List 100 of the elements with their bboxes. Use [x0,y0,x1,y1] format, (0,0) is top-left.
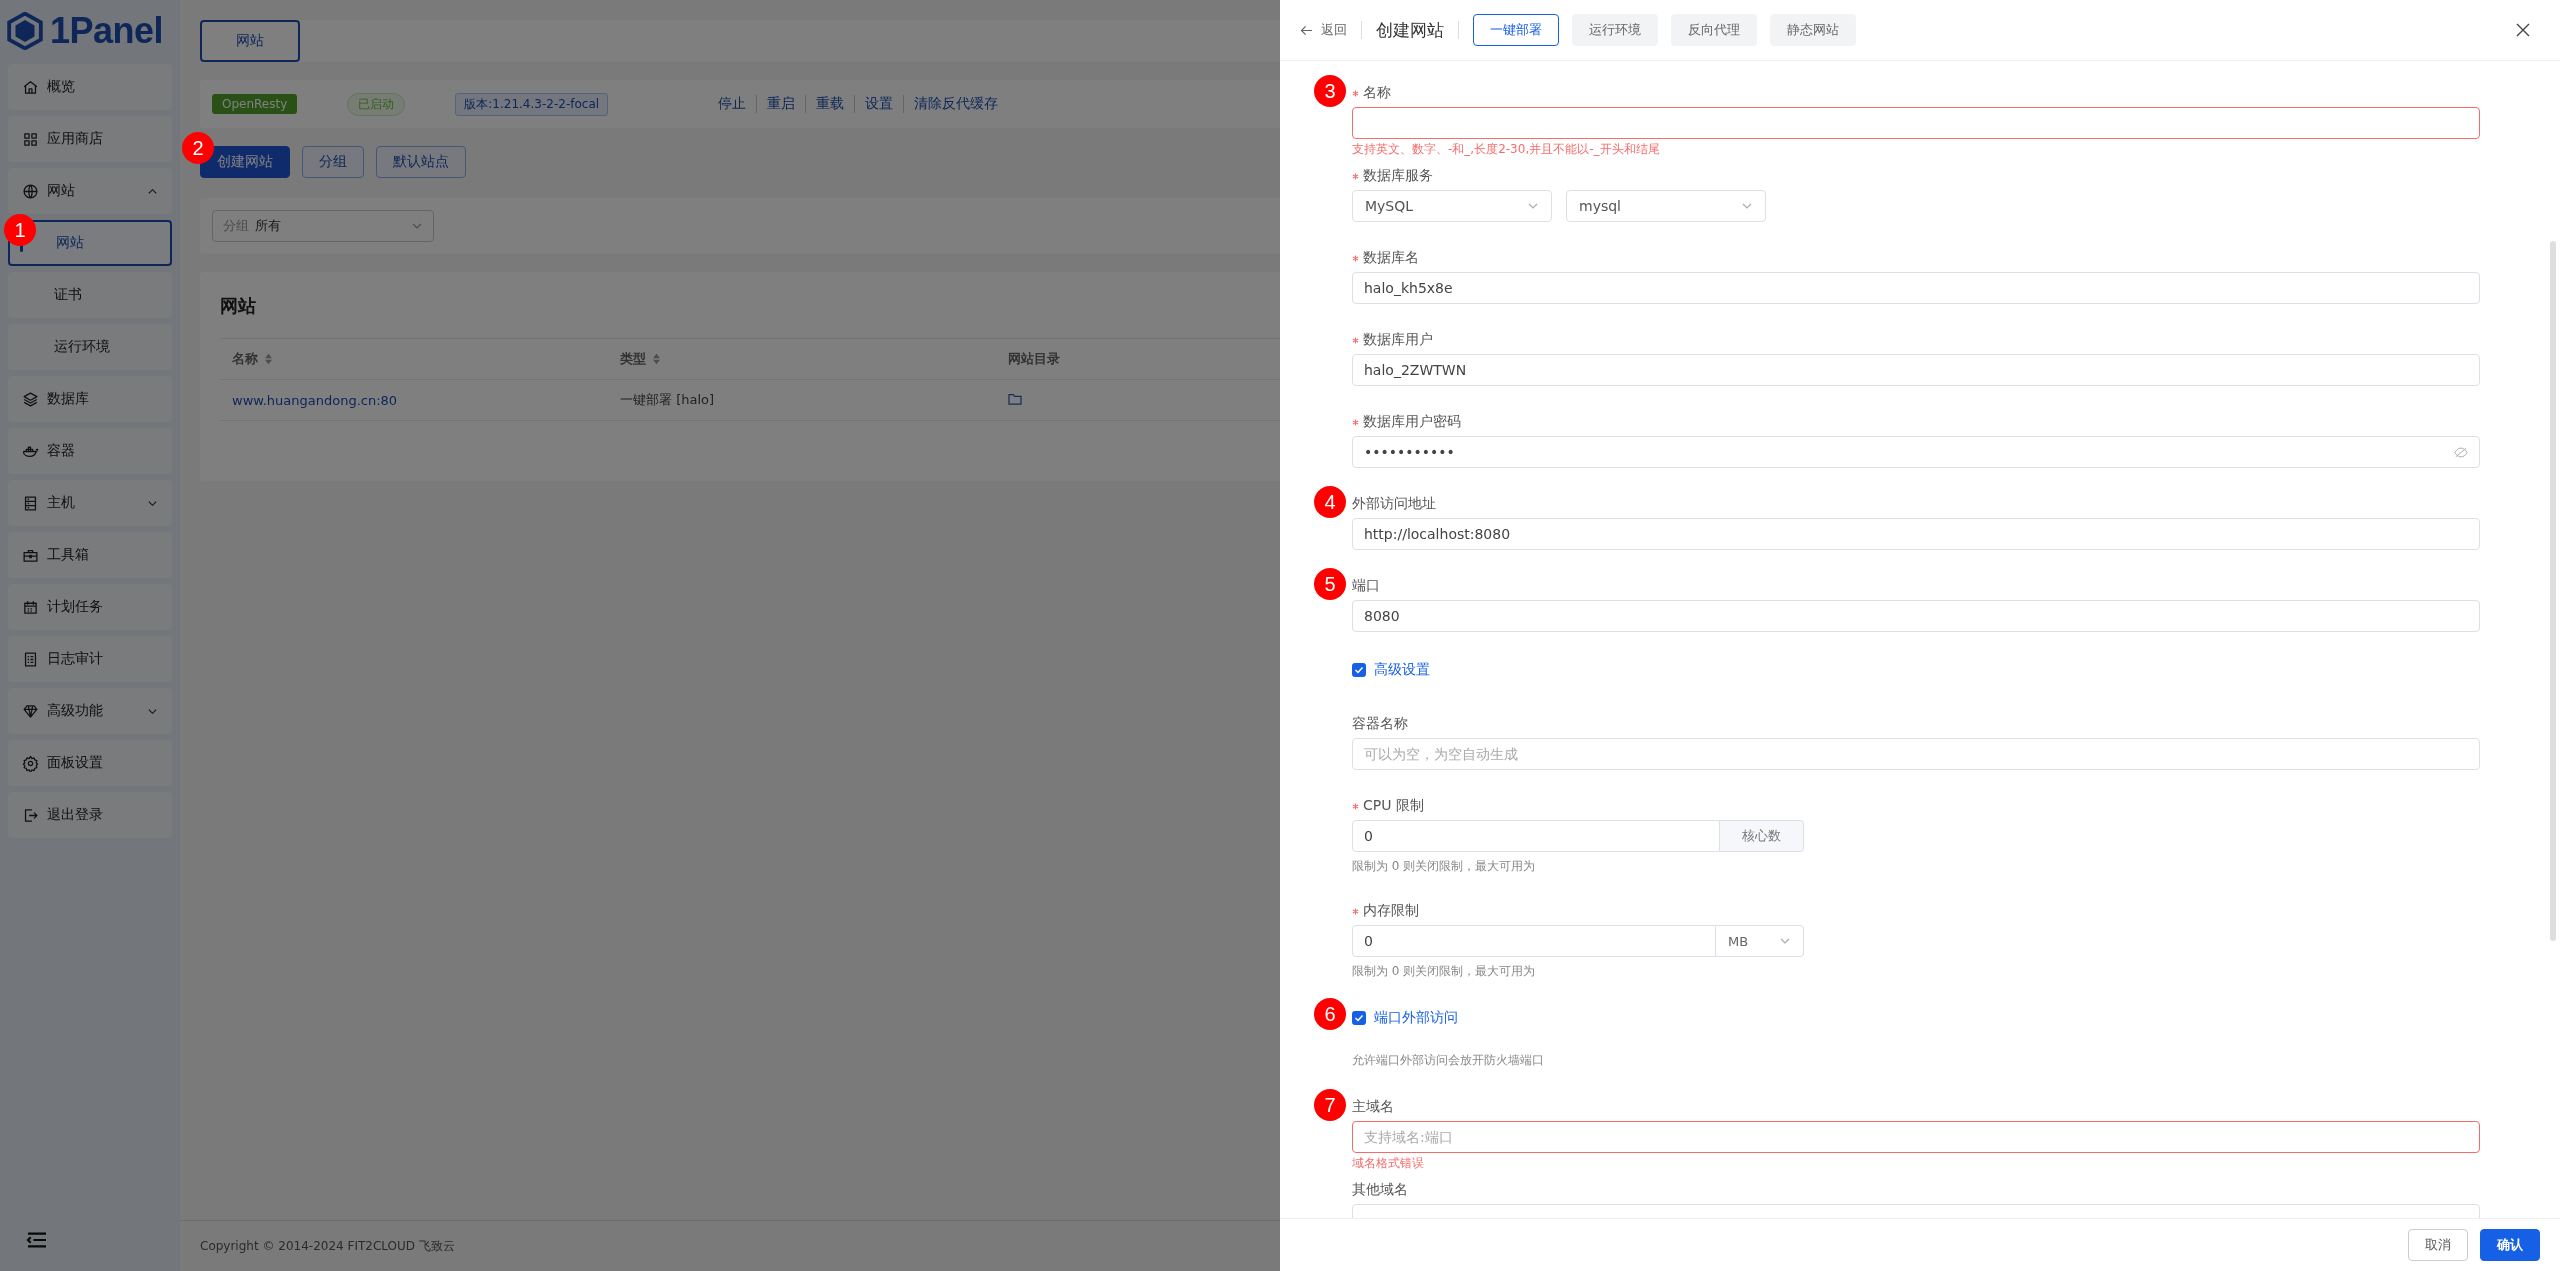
action-link[interactable]: 重启 [756,95,806,113]
sidebar-item[interactable]: 面板设置 [8,740,172,786]
diamond-icon [22,702,39,720]
sidebar-subitem[interactable]: 证书 [8,272,172,318]
sidebar-subitem[interactable]: 运行环境 [8,324,172,370]
hint-text: 允许端口外部访问会放开防火墙端口 [1352,1052,1545,1069]
sidebar-item[interactable]: 日志审计 [8,636,172,682]
logo-text: 1Panel [50,10,164,52]
input-field[interactable]: http://localhost:8080 [1352,518,2480,550]
field-label: CPU 限制 [1363,797,1424,815]
sidebar-item[interactable]: 应用商店 [8,116,172,162]
toolbar-button[interactable]: 分组 [302,146,364,178]
step-marker: 7 [1314,1089,1346,1121]
tab[interactable]: 运行环境 [1572,14,1658,46]
toolbar-button[interactable]: 默认站点 [376,146,466,178]
home-icon [22,78,39,96]
tab[interactable]: 静态网站 [1770,14,1856,46]
field-label: 名称 [1363,84,1391,102]
tab[interactable]: 网站 [200,20,300,62]
checkbox-label[interactable]: 端口外部访问 [1374,1009,1458,1027]
input-field[interactable]: halo_kh5x8e [1352,272,2480,304]
input-field[interactable]: 8080 [1352,600,2480,632]
list-icon [22,650,39,668]
sidebar-item[interactable]: 工具箱 [8,532,172,578]
logout-icon [22,806,39,824]
version-tag: 版本:1.21.4.3-2-2-focal [455,92,609,116]
globe-icon [22,182,39,200]
field-label: 内存限制 [1363,902,1419,920]
scrollbar[interactable] [2550,241,2556,941]
input-field[interactable] [1352,107,2480,139]
select-field[interactable]: MySQL [1352,190,1552,222]
sidebar-item[interactable]: 概览 [8,64,172,110]
sidebar-item[interactable]: 数据库 [8,376,172,422]
unit-select[interactable]: MB [1716,925,1804,957]
input-field[interactable]: 支持域名:端口 [1352,1121,2480,1153]
input-field[interactable]: halo_2ZWTWN [1352,354,2480,386]
required-icon [1352,907,1359,915]
input-field[interactable]: 0 [1352,925,1716,957]
error-text: 域名格式错误 [1352,1155,1425,1172]
tab[interactable]: 一键部署 [1473,14,1559,46]
status-tag: 已启动 [347,92,406,116]
table-title: 网站 [220,294,256,318]
action-link[interactable]: 重载 [805,95,855,113]
drawer-title: 创建网站 [1376,18,1444,42]
confirm-button[interactable]: 确认 [2480,1229,2540,1261]
site-link[interactable]: www.huangandong.cn:80 [232,392,398,408]
field-label: 外部访问地址 [1352,495,1436,513]
hint-text: 限制为 0 则关闭限制，最大可用为 [1352,963,1537,980]
close-icon[interactable] [2516,23,2530,37]
app-tag: OpenResty [212,94,298,114]
step-marker: 5 [1314,568,1346,600]
required-icon [1352,89,1359,97]
arrow-left-icon [1300,24,1313,36]
step-marker: 3 [1314,75,1346,107]
checkbox[interactable] [1352,663,1366,677]
select-field[interactable]: mysql [1566,190,1766,222]
sidebar-item[interactable]: 退出登录 [8,792,172,838]
step-badge: 2 [182,132,214,164]
settings-icon [22,754,39,772]
column-header[interactable]: 类型 [608,350,996,368]
required-icon [1352,254,1359,262]
sidebar-item[interactable]: 容器 [8,428,172,474]
field-label: 数据库用户 [1363,331,1433,349]
action-link[interactable]: 清除反代缓存 [903,95,1009,113]
menu-icon[interactable] [26,1231,48,1249]
column-header[interactable]: 名称 [220,350,608,368]
sidebar-item[interactable]: 网站 [8,168,172,214]
required-icon [1352,172,1359,180]
sort-icon [652,353,661,365]
checkbox[interactable] [1352,1011,1366,1025]
step-marker: 6 [1314,998,1346,1030]
sidebar-item[interactable]: 主机 [8,480,172,526]
field-label: 数据库服务 [1363,167,1433,185]
sidebar-item[interactable]: 高级功能 [8,688,172,734]
step-marker: 4 [1314,486,1346,518]
field-label: 端口 [1352,577,1380,595]
action-link[interactable]: 设置 [854,95,904,113]
field-label: 容器名称 [1352,715,1408,733]
unit-label: 核心数 [1720,820,1804,852]
logo-icon [6,12,44,50]
calendar-icon [22,598,39,616]
required-icon [1352,336,1359,344]
field-label: 其他域名 [1352,1181,1408,1199]
field-label: 主域名 [1352,1098,1394,1116]
action-link[interactable]: 停止 [708,95,757,113]
copyright-text: Copyright © 2014-2024 FIT2CLOUD 飞致云 [200,1237,455,1255]
error-text: 支持英文、数字、-和_,长度2-30,并且不能以-_开头和结尾 [1352,141,1661,158]
input-field[interactable]: 0 [1352,820,1720,852]
tab[interactable]: 反向代理 [1671,14,1757,46]
field-label: 数据库名 [1363,249,1419,267]
server-icon [22,494,39,512]
sort-icon [264,353,273,365]
password-field[interactable]: ••••••••••• [1352,436,2480,468]
folder-icon[interactable] [1008,392,1022,405]
checkbox-label[interactable]: 高级设置 [1374,661,1430,679]
back-link[interactable]: 返回 [1300,21,1347,39]
cancel-button[interactable]: 取消 [2408,1229,2468,1261]
eye-hidden-icon[interactable] [2454,446,2468,458]
sidebar-item[interactable]: 计划任务 [8,584,172,630]
hint-text: 限制为 0 则关闭限制，最大可用为 [1352,858,1537,875]
